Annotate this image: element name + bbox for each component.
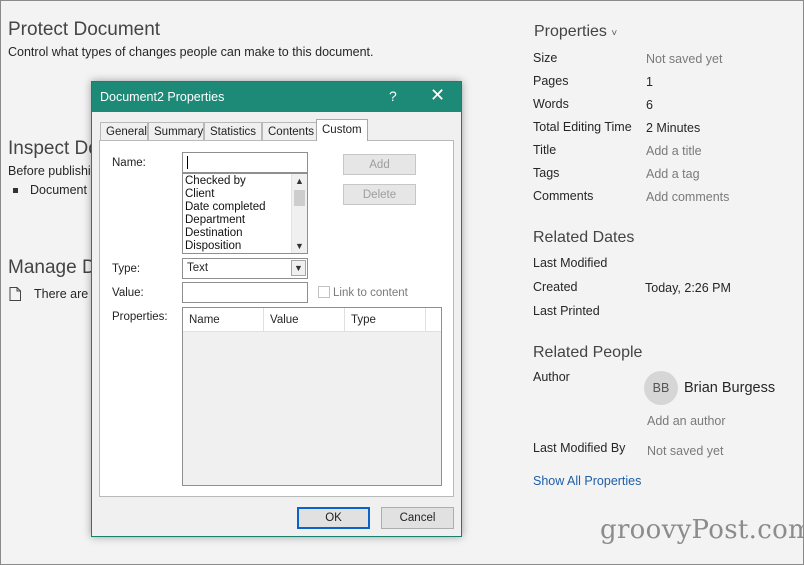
name-input[interactable] — [182, 152, 308, 173]
properties-dialog: Document2 Properties ? ✕ General Summary… — [91, 81, 462, 537]
tab-contents[interactable]: Contents — [262, 122, 317, 141]
manage-document-desc: There are n — [34, 287, 99, 301]
prop-value-title-input[interactable]: Add a title — [646, 144, 702, 158]
dialog-title: Document2 Properties — [100, 90, 225, 104]
add-button[interactable]: Add — [343, 154, 416, 175]
prop-value-tags-input[interactable]: Add a tag — [646, 167, 700, 181]
date-value-created: Today, 2:26 PM — [645, 281, 731, 295]
properties-list-header: Name Value Type — [183, 308, 441, 332]
text-caret — [187, 156, 188, 169]
prop-value-editing-time: 2 Minutes — [646, 121, 701, 135]
list-item[interactable]: Destination — [183, 227, 307, 240]
properties-heading-text: Properties — [534, 23, 607, 40]
list-item[interactable]: Disposition — [183, 240, 307, 253]
scroll-thumb[interactable] — [294, 190, 305, 206]
properties-list[interactable]: Name Value Type — [182, 307, 442, 486]
last-modified-by-label: Last Modified By — [533, 441, 626, 455]
cancel-button[interactable]: Cancel — [381, 507, 454, 529]
inspect-document-title[interactable]: Inspect Do — [8, 138, 99, 160]
tab-custom[interactable]: Custom — [316, 119, 368, 141]
watermark: groovyPost.com — [600, 515, 804, 545]
chevron-down-icon: ˅ — [611, 28, 618, 39]
scroll-down-icon[interactable]: ▼ — [295, 241, 304, 251]
list-item[interactable]: Department — [183, 214, 307, 227]
name-listbox[interactable]: Checked by Client Date completed Departm… — [182, 173, 308, 254]
scroll-up-icon[interactable]: ▲ — [295, 176, 304, 186]
properties-label: Properties: — [112, 311, 168, 323]
date-label-last-printed: Last Printed — [533, 304, 600, 318]
related-dates-heading: Related Dates — [533, 229, 635, 246]
add-author-input[interactable]: Add an author — [647, 414, 726, 428]
prop-value-size: Not saved yet — [646, 52, 723, 66]
last-modified-by-value: Not saved yet — [647, 444, 724, 458]
prop-label-words: Words — [533, 97, 569, 111]
link-to-content-checkbox[interactable] — [318, 286, 330, 298]
chevron-down-icon[interactable]: ▼ — [291, 260, 306, 276]
list-item[interactable]: Date completed — [183, 201, 307, 214]
protect-document-title[interactable]: Protect Document — [8, 19, 160, 41]
delete-button[interactable]: Delete — [343, 184, 416, 205]
listbox-scrollbar[interactable]: ▲ ▼ — [291, 174, 307, 253]
column-header-value[interactable]: Value — [264, 308, 345, 332]
prop-label-pages: Pages — [533, 74, 569, 88]
name-label: Name: — [112, 157, 146, 169]
date-label-last-modified: Last Modified — [533, 256, 608, 270]
show-all-properties-link[interactable]: Show All Properties — [533, 474, 641, 488]
prop-label-editing-time: Total Editing Time — [533, 120, 632, 134]
related-people-heading: Related People — [533, 344, 643, 361]
properties-heading[interactable]: Properties ˅ — [534, 23, 617, 41]
value-label: Value: — [112, 287, 144, 299]
prop-value-pages: 1 — [646, 75, 653, 89]
manage-document-title[interactable]: Manage D — [8, 257, 96, 279]
tab-statistics[interactable]: Statistics — [204, 122, 262, 141]
inspect-document-desc: Before publishi — [8, 164, 91, 178]
prop-label-comments: Comments — [533, 189, 594, 203]
close-icon[interactable]: ✕ — [430, 86, 445, 104]
bullet-icon — [13, 188, 18, 194]
dialog-titlebar[interactable]: Document2 Properties ? ✕ — [92, 82, 461, 112]
type-select[interactable]: Text ▼ — [182, 258, 308, 279]
prop-value-comments-input[interactable]: Add comments — [646, 190, 729, 204]
document-icon — [9, 287, 21, 301]
tab-general[interactable]: General — [100, 122, 148, 141]
prop-label-size: Size — [533, 51, 558, 65]
list-item[interactable]: Checked by — [183, 175, 307, 188]
custom-tab-panel: Name: Checked by Client Date completed D… — [99, 140, 454, 497]
type-label: Type: — [112, 263, 141, 275]
ok-button[interactable]: OK — [297, 507, 370, 529]
column-header-type[interactable]: Type — [345, 308, 426, 332]
value-input[interactable] — [182, 282, 308, 303]
author-label: Author — [533, 370, 570, 384]
prop-label-title: Title — [533, 143, 557, 157]
help-icon[interactable]: ? — [389, 88, 397, 104]
avatar: BB — [644, 371, 678, 405]
date-label-created: Created — [533, 280, 578, 294]
inspect-bullet: Document — [13, 183, 87, 197]
protect-document-desc: Control what types of changes people can… — [8, 45, 374, 59]
prop-value-words: 6 — [646, 98, 653, 112]
list-item[interactable]: Client — [183, 188, 307, 201]
type-select-value: Text — [187, 262, 209, 274]
link-to-content-label: Link to content — [333, 287, 408, 299]
prop-label-tags: Tags — [533, 166, 560, 180]
column-header-name[interactable]: Name — [183, 308, 264, 332]
author-name[interactable]: Brian Burgess — [684, 380, 775, 396]
inspect-bullet-text: Document — [30, 183, 87, 197]
tab-summary[interactable]: Summary — [148, 122, 204, 141]
